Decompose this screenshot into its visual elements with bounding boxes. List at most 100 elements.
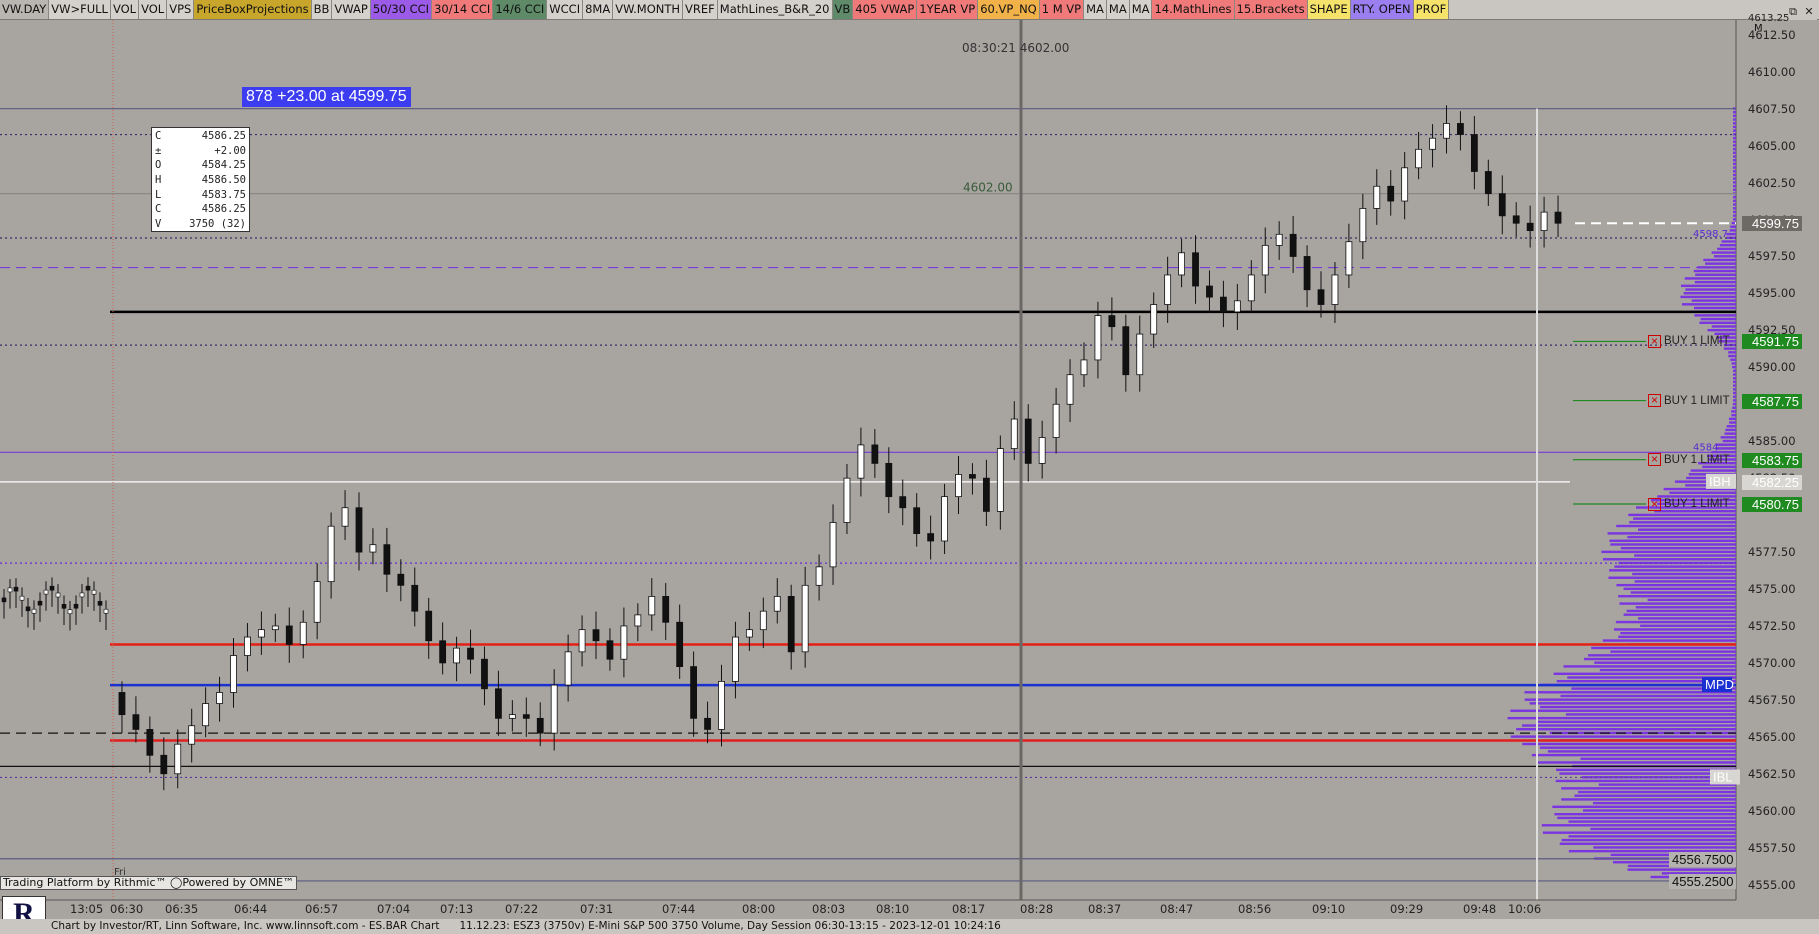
volume-profile-bar bbox=[1580, 757, 1736, 760]
volume-profile-bar bbox=[1711, 325, 1736, 328]
buy-limit-order[interactable]: × BUY 1 LIMIT bbox=[1648, 334, 1738, 349]
toolbar-button-25[interactable]: 15.Brackets bbox=[1234, 0, 1308, 19]
toolbar-button-10[interactable]: 14/6 CCI bbox=[493, 0, 548, 19]
price-tag: 4582.25 bbox=[1742, 474, 1802, 490]
cancel-order-icon[interactable]: × bbox=[1648, 453, 1661, 467]
window-controls: ⧉ ✕ bbox=[1785, 0, 1817, 20]
toolbar-button-24[interactable]: 14.MathLines bbox=[1152, 0, 1235, 19]
prior-candle-body bbox=[97, 600, 103, 606]
cancel-order-icon[interactable]: × bbox=[1648, 497, 1661, 511]
candle-body bbox=[230, 655, 237, 693]
prior-candle-body bbox=[31, 608, 37, 614]
candle-body bbox=[1540, 211, 1548, 232]
toolbar-button-16[interactable]: VB bbox=[832, 0, 854, 19]
toolbar-button-3[interactable]: VOL bbox=[139, 0, 168, 19]
toolbar-button-1[interactable]: VW>FULL bbox=[49, 0, 111, 19]
price-chart[interactable]: 08:30:21 4602.004602.004598.74584FriMMPD… bbox=[0, 20, 1819, 919]
toolbar-button-12[interactable]: 8MA bbox=[583, 0, 614, 19]
volume-profile-bar bbox=[1731, 413, 1736, 417]
prior-candle-body bbox=[67, 609, 73, 615]
ohlc-value: 4586.50 bbox=[201, 174, 246, 187]
time-axis-label: 07:31 bbox=[580, 902, 614, 916]
candle-body bbox=[550, 684, 558, 734]
toolbar-button-7[interactable]: VWAP bbox=[332, 0, 371, 19]
ohlc-value: +2.00 bbox=[214, 144, 246, 157]
volume-profile-bar bbox=[1733, 377, 1736, 380]
close-icon[interactable]: ✕ bbox=[1801, 2, 1817, 21]
candle-body bbox=[1192, 252, 1199, 287]
volume-profile-bar bbox=[1693, 306, 1736, 310]
candle-body bbox=[662, 596, 670, 623]
cancel-order-icon[interactable]: × bbox=[1648, 394, 1661, 408]
volume-profile-bar bbox=[1507, 716, 1736, 720]
toolbar-button-22[interactable]: MA bbox=[1106, 0, 1130, 19]
candle-body bbox=[1373, 185, 1381, 209]
volume-profile-bar bbox=[1593, 846, 1736, 849]
toolbar-button-6[interactable]: BB bbox=[311, 0, 333, 19]
cancel-order-icon[interactable]: × bbox=[1648, 334, 1661, 348]
time-axis-label: 08:00 bbox=[742, 902, 776, 916]
toolbar-button-17[interactable]: 405 VWAP bbox=[853, 0, 918, 19]
volume-profile-bar bbox=[1733, 210, 1736, 214]
candle-body bbox=[1052, 403, 1060, 438]
volume-profile-bar bbox=[1599, 668, 1736, 672]
volume-profile-bar bbox=[1733, 144, 1736, 147]
toolbar-button-4[interactable]: VPS bbox=[167, 0, 195, 19]
candle-body bbox=[327, 525, 335, 583]
cursor-readout: 08:30:21 4602.00 bbox=[962, 41, 1069, 55]
level-label: 4598.7 bbox=[1693, 229, 1728, 240]
ohlc-key: H bbox=[155, 174, 162, 187]
toolbar-button-23[interactable]: MA bbox=[1129, 0, 1153, 19]
toolbar-button-0[interactable]: VW.DAY bbox=[0, 0, 50, 19]
mpd-label: MPD bbox=[1705, 677, 1734, 692]
toolbar-button-18[interactable]: 1YEAR VP bbox=[917, 0, 979, 19]
prior-candle-body bbox=[79, 592, 85, 598]
buy-limit-order[interactable]: × BUY 1 LIMIT bbox=[1648, 394, 1738, 409]
price-axis-label: 4560.00 bbox=[1748, 803, 1796, 818]
footer-credit: Chart by Investor/RT, Linn Software, Inc… bbox=[51, 920, 440, 932]
volume-profile-bar bbox=[1713, 255, 1736, 258]
buy-limit-order[interactable]: × BUY 1 LIMIT bbox=[1648, 497, 1738, 512]
candle-body bbox=[1080, 359, 1088, 376]
candle-body bbox=[1108, 315, 1116, 328]
candle-body bbox=[1150, 304, 1158, 335]
toolbar-button-27[interactable]: RTY. OPEN bbox=[1350, 0, 1414, 19]
toolbar-button-15[interactable]: MathLines_B&R_20 bbox=[717, 0, 833, 19]
candle-body bbox=[885, 462, 893, 498]
toolbar-button-28[interactable]: PROF bbox=[1413, 0, 1450, 19]
price-axis-label: 4607.50 bbox=[1748, 101, 1796, 116]
volume-profile-bar bbox=[1733, 373, 1736, 376]
candle-body bbox=[718, 680, 725, 730]
last-trade-banner: 878 +23.00 at 4599.75 bbox=[242, 87, 411, 107]
prior-candle-body bbox=[37, 600, 43, 606]
candle-body bbox=[1136, 333, 1144, 376]
volume-profile-bar bbox=[1720, 436, 1736, 439]
toolbar-button-5[interactable]: PriceBoxProjections bbox=[194, 0, 312, 19]
candle-body bbox=[899, 496, 907, 509]
candle-body bbox=[1387, 185, 1395, 202]
candle-body bbox=[397, 573, 405, 586]
volume-profile-bar bbox=[1594, 661, 1736, 664]
toolbar-button-8[interactable]: 50/30 CCI bbox=[370, 0, 433, 19]
candle-body bbox=[927, 533, 935, 542]
toolbar-button-21[interactable]: MA bbox=[1084, 0, 1107, 19]
volume-profile-bar bbox=[1726, 425, 1736, 428]
toolbar-button-13[interactable]: VW.MONTH bbox=[613, 0, 684, 19]
toolbar-button-20[interactable]: 1 M VP bbox=[1039, 0, 1085, 19]
toolbar-button-19[interactable]: 60.VP_NQ bbox=[978, 0, 1040, 19]
candle-body bbox=[676, 621, 684, 668]
candle-body bbox=[704, 717, 711, 730]
toolbar-button-26[interactable]: SHAPE bbox=[1307, 0, 1351, 19]
candle-body bbox=[1178, 252, 1185, 276]
candle-body bbox=[1345, 241, 1353, 276]
candle-body bbox=[941, 496, 948, 542]
candle-body bbox=[257, 629, 265, 638]
toolbar-button-14[interactable]: VREF bbox=[683, 0, 718, 19]
ohlc-row: C 4586.25 bbox=[155, 129, 246, 144]
toolbar-button-9[interactable]: 30/14 CCI bbox=[432, 0, 494, 19]
toolbar-button-11[interactable]: WCCI bbox=[547, 0, 584, 19]
toolbar-button-2[interactable]: VOL bbox=[110, 0, 140, 19]
volume-profile-bar bbox=[1627, 868, 1736, 871]
buy-limit-order[interactable]: × BUY 1 LIMIT bbox=[1648, 453, 1738, 468]
price-axis-panel bbox=[1736, 20, 1819, 919]
